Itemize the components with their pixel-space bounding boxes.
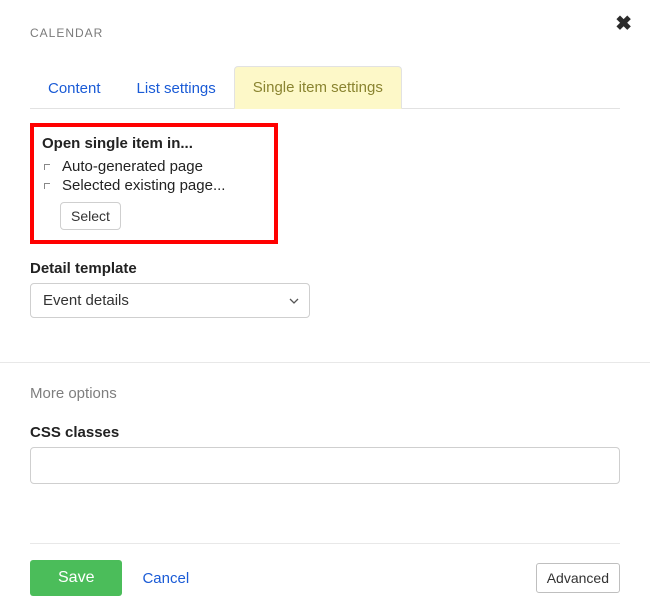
radio-icon — [44, 164, 50, 170]
tab-single-item-settings[interactable]: Single item settings — [234, 66, 402, 109]
cancel-button[interactable]: Cancel — [142, 570, 189, 587]
tab-content[interactable]: Content — [30, 68, 119, 109]
close-icon[interactable]: ✖ — [615, 14, 632, 34]
tab-list-settings[interactable]: List settings — [119, 68, 234, 109]
footer-divider — [30, 543, 620, 544]
radio-existing-page[interactable]: Selected existing page... — [42, 177, 260, 194]
detail-template-field: Detail template Event details — [30, 260, 620, 318]
open-single-item-section: Open single item in... Auto-generated pa… — [30, 123, 278, 244]
css-classes-field: CSS classes — [0, 402, 650, 484]
detail-template-select-wrap: Event details — [30, 283, 310, 318]
settings-panel: CALENDAR ✖ Content List settings Single … — [0, 0, 650, 614]
panel-header: CALENDAR ✖ — [0, 0, 650, 47]
more-options-heading: More options — [0, 363, 650, 402]
tab-content-area: Open single item in... Auto-generated pa… — [0, 109, 650, 318]
open-single-item-heading: Open single item in... — [42, 135, 260, 152]
advanced-button[interactable]: Advanced — [536, 563, 620, 593]
radio-icon — [44, 183, 50, 189]
css-classes-label: CSS classes — [30, 424, 620, 441]
panel-title: CALENDAR — [30, 26, 103, 40]
save-button[interactable]: Save — [30, 560, 122, 596]
radio-auto-generated[interactable]: Auto-generated page — [42, 158, 260, 175]
panel-footer: Save Cancel Advanced — [0, 543, 650, 614]
css-classes-input[interactable] — [30, 447, 620, 484]
select-page-button[interactable]: Select — [60, 202, 121, 230]
footer-actions: Save Cancel Advanced — [30, 560, 620, 596]
radio-existing-page-label: Selected existing page... — [62, 177, 225, 194]
tab-bar: Content List settings Single item settin… — [30, 65, 620, 109]
detail-template-select[interactable]: Event details — [30, 283, 310, 318]
detail-template-label: Detail template — [30, 260, 620, 277]
radio-auto-generated-label: Auto-generated page — [62, 158, 203, 175]
